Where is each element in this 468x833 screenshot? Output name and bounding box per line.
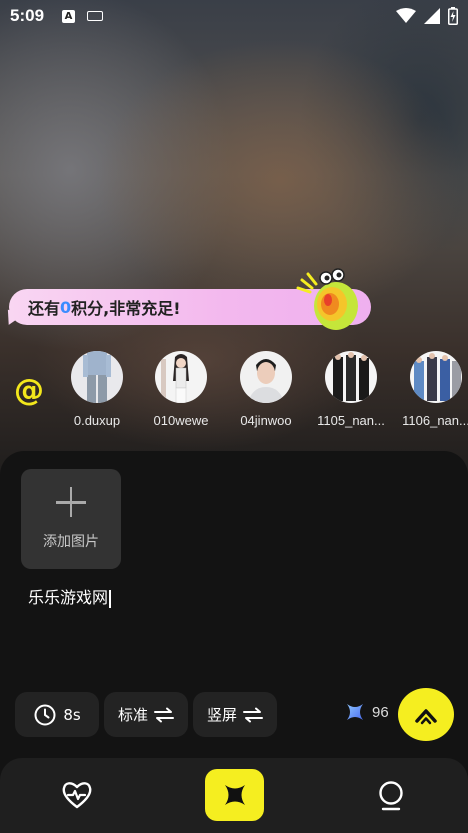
prompt-input[interactable]: 乐乐游戏网 [28, 584, 111, 608]
generate-button[interactable] [398, 688, 454, 741]
avatar-label: 0.duxup [73, 413, 121, 428]
input-method-icon: A [62, 9, 76, 23]
sparkle-icon [224, 785, 245, 805]
avatar [325, 351, 377, 403]
avatar-item[interactable]: 04jinwoo [223, 351, 309, 428]
avatar-item[interactable]: 010wewe [138, 351, 224, 428]
credits-count: 96 [372, 703, 389, 721]
sparkle-icon [347, 704, 363, 720]
avatar-label: 04jinwoo [240, 413, 292, 428]
avatar-item[interactable]: 1106_nan... [393, 351, 468, 428]
nav-inspiration[interactable] [373, 778, 409, 814]
avatar [71, 351, 123, 403]
add-image-button[interactable]: 添加图片 [21, 469, 121, 569]
avatar-label: 1106_nan... [402, 413, 468, 428]
avatar-label: 1105_nan... [317, 413, 385, 428]
status-icons [396, 7, 458, 25]
avatar [155, 351, 207, 403]
status-time: 5:09 [10, 6, 45, 25]
swap-arrows-icon [154, 707, 174, 722]
swap-arrows-icon [243, 707, 263, 722]
bubble-text-before: 还有 [28, 299, 61, 318]
avatar-item[interactable]: 1105_nan... [308, 351, 394, 428]
avatar-label: 010wewe [153, 413, 209, 428]
battery-icon [448, 7, 458, 25]
duration-chip[interactable]: 8s [15, 692, 99, 737]
heart-pulse-icon [62, 782, 92, 809]
orientation-chip[interactable]: 竖屏 [193, 692, 277, 737]
nav-create[interactable] [205, 769, 264, 821]
bulb-icon [379, 781, 403, 811]
prompt-text: 乐乐游戏网 [28, 588, 109, 607]
bottom-nav [0, 758, 468, 833]
wifi-icon [396, 8, 416, 23]
orientation-value: 竖屏 [206, 706, 237, 724]
avatar-item[interactable]: 0.duxup [54, 351, 140, 428]
signal-icon [424, 8, 440, 24]
avatar [410, 351, 462, 403]
mascot-icon [296, 268, 358, 330]
quality-chip[interactable]: 标准 [104, 692, 188, 737]
clock-icon [34, 704, 56, 725]
status-bar: 5:09 A [0, 0, 468, 32]
text-caret [109, 589, 111, 608]
chevron-up-icon [415, 708, 437, 724]
keyboard-icon [87, 11, 104, 21]
credits-balance: 96 [346, 703, 389, 721]
quality-value: 标准 [117, 706, 148, 724]
plus-icon-vertical [69, 487, 73, 517]
add-image-label: 添加图片 [43, 534, 99, 550]
mention-icon[interactable]: @ [14, 373, 46, 413]
avatar [240, 351, 292, 403]
duration-value: 8s [63, 705, 81, 724]
bubble-text-after: 积分,非常充足! [71, 299, 181, 318]
points-count: 0 [60, 297, 72, 317]
nav-health[interactable] [59, 778, 95, 812]
